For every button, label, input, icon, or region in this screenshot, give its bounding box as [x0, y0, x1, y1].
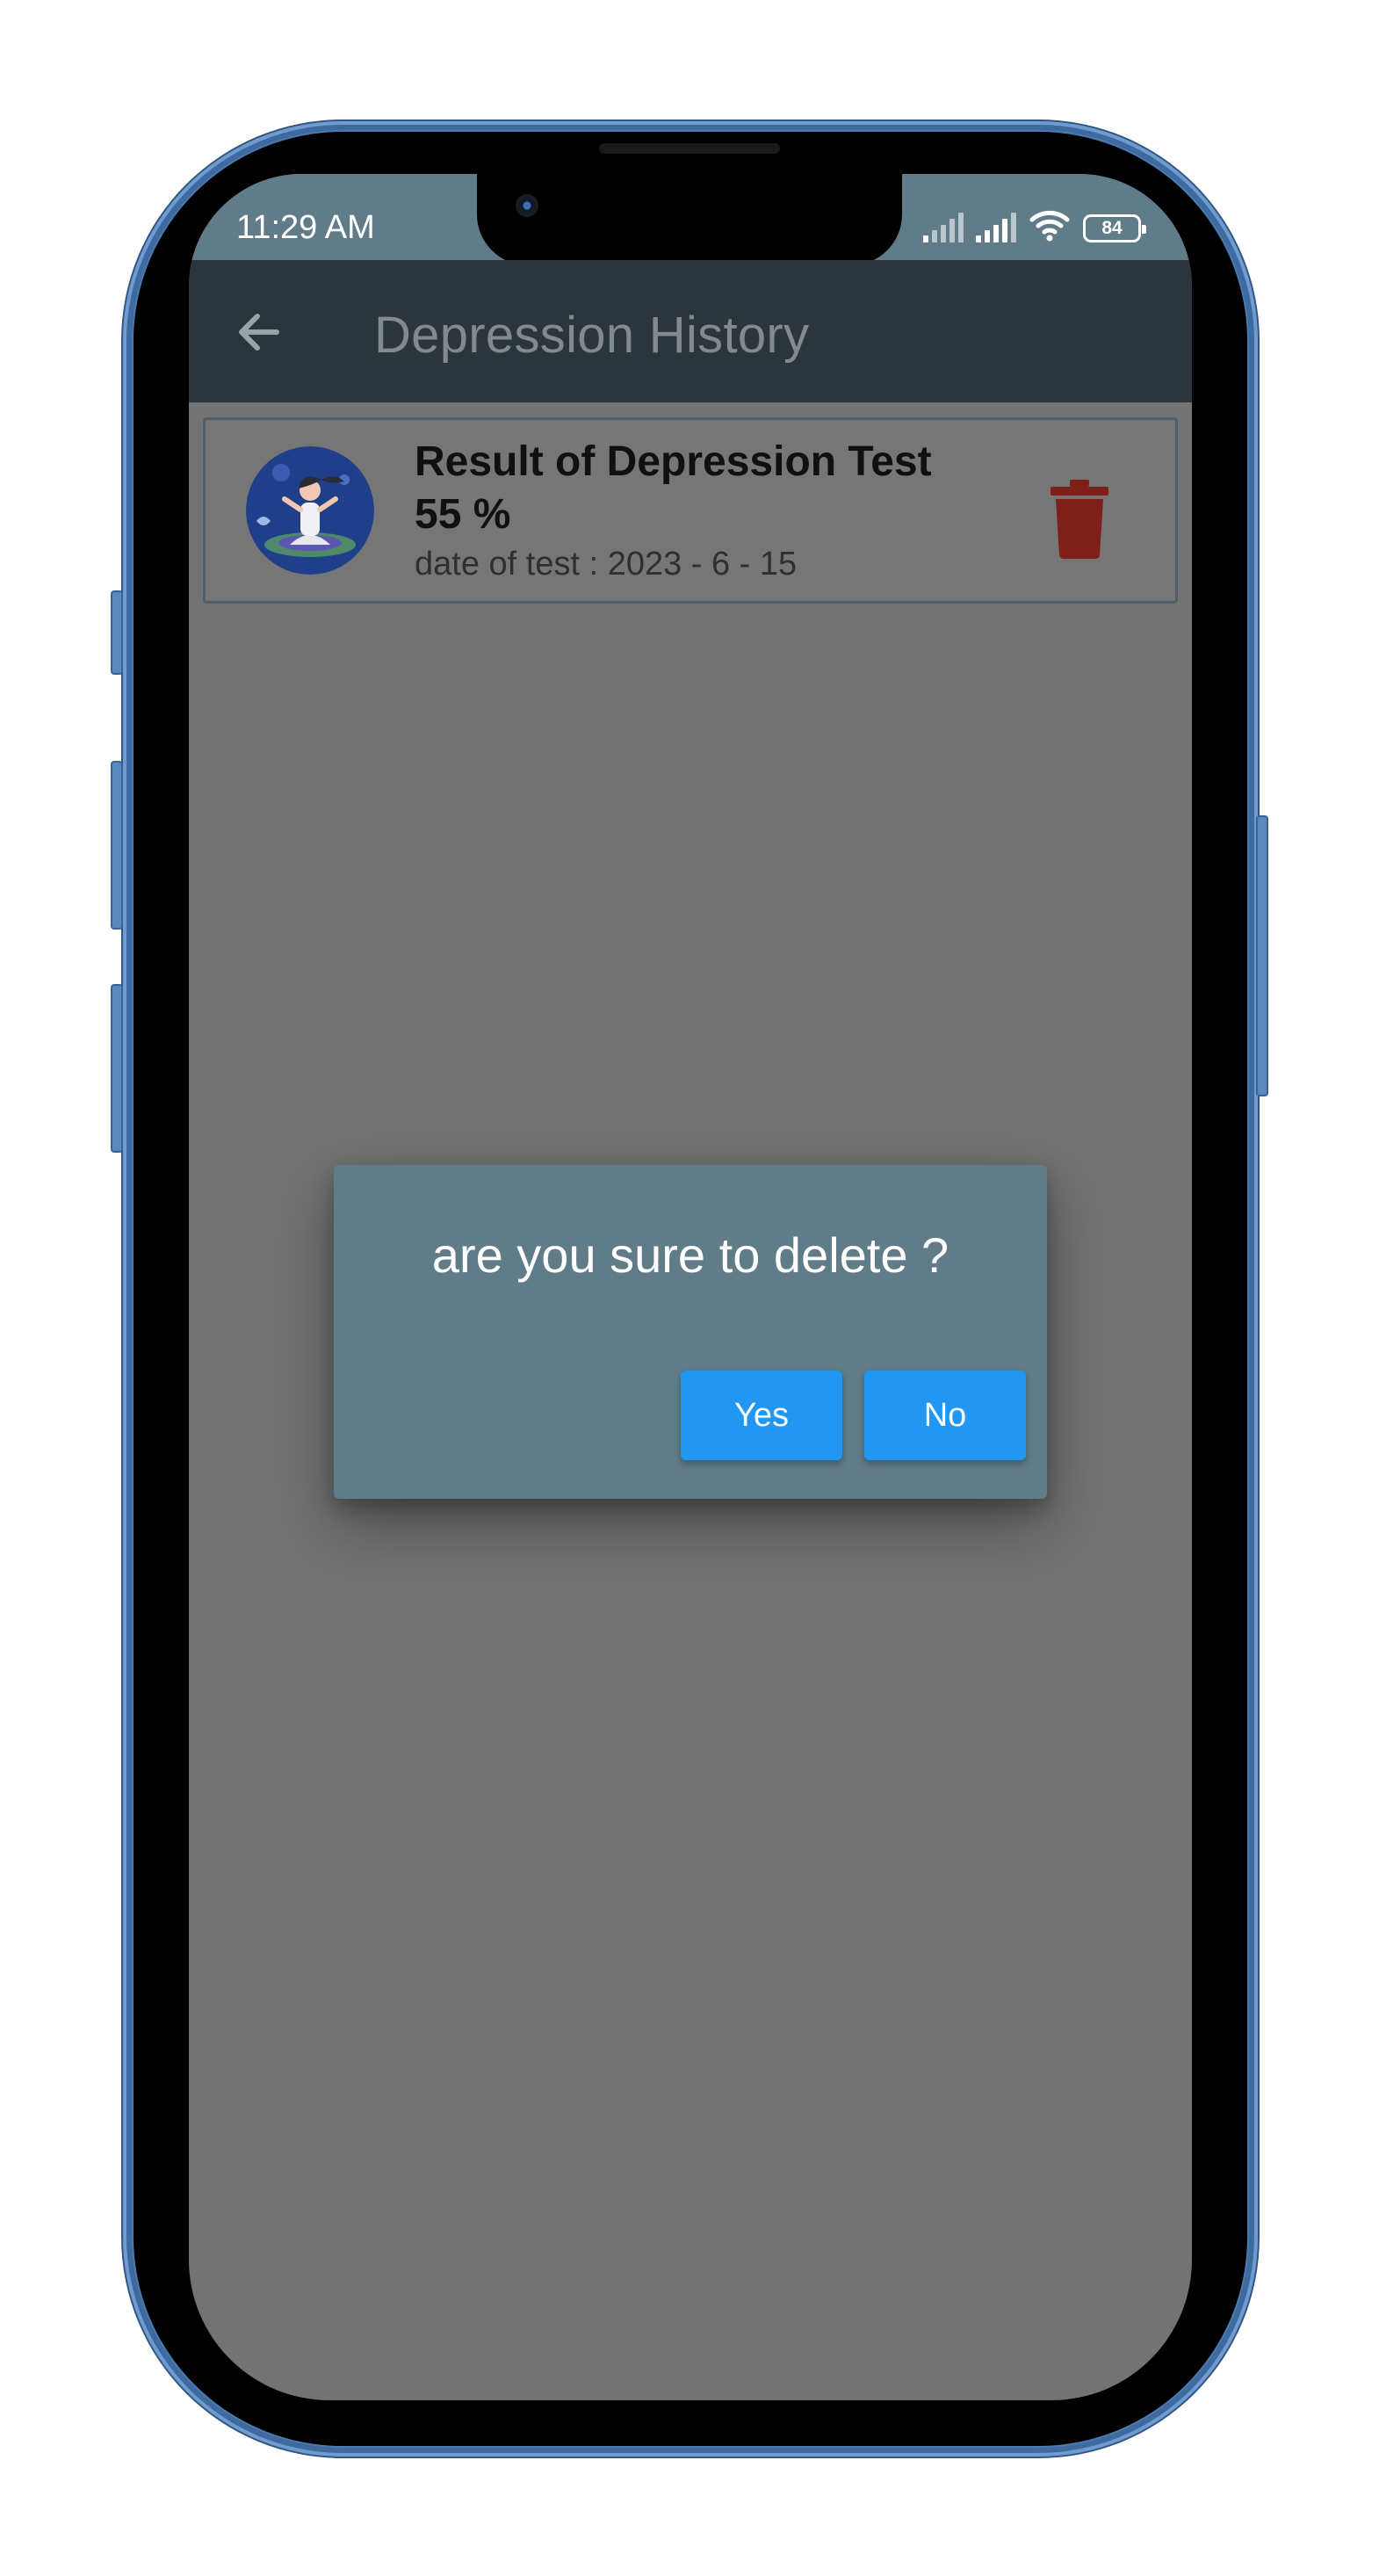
wifi-icon: [1029, 210, 1070, 242]
result-percent: 55 %: [415, 491, 511, 538]
app-bar: Depression History: [189, 260, 1192, 402]
volume-up-button: [111, 761, 123, 930]
result-title: Result of Depression Test: [415, 438, 932, 485]
trash-icon: [1050, 480, 1108, 559]
power-button: [1256, 815, 1268, 1096]
list-item[interactable]: Result of Depression Test 55 % date of t…: [203, 417, 1178, 604]
status-icons: 84: [923, 207, 1146, 242]
battery-icon: 84: [1083, 214, 1146, 242]
volume-down-button: [111, 984, 123, 1153]
back-button[interactable]: [231, 304, 287, 360]
arrow-left-icon: [239, 314, 279, 351]
meditation-avatar: [246, 446, 374, 575]
signal-icon: [923, 213, 964, 242]
mute-switch: [111, 590, 123, 675]
delete-confirm-dialog: are you sure to delete ? Yes No: [334, 1165, 1047, 1499]
battery-level: 84: [1101, 218, 1123, 238]
notch: [477, 174, 902, 265]
result-date: date of test : 2023 - 6 - 15: [415, 546, 798, 582]
speaker-grille: [599, 143, 780, 154]
front-camera: [516, 194, 538, 217]
signal-icon: [976, 213, 1016, 242]
no-button[interactable]: No: [864, 1371, 1026, 1460]
dialog-message: are you sure to delete ?: [431, 1227, 949, 1283]
status-time: 11:29 AM: [236, 209, 375, 246]
delete-button[interactable]: [1049, 480, 1110, 559]
page-title: Depression History: [374, 307, 810, 364]
yes-button[interactable]: Yes: [681, 1371, 842, 1460]
screen: 11:29 AM 84 Depression History Result of…: [189, 174, 1192, 2400]
